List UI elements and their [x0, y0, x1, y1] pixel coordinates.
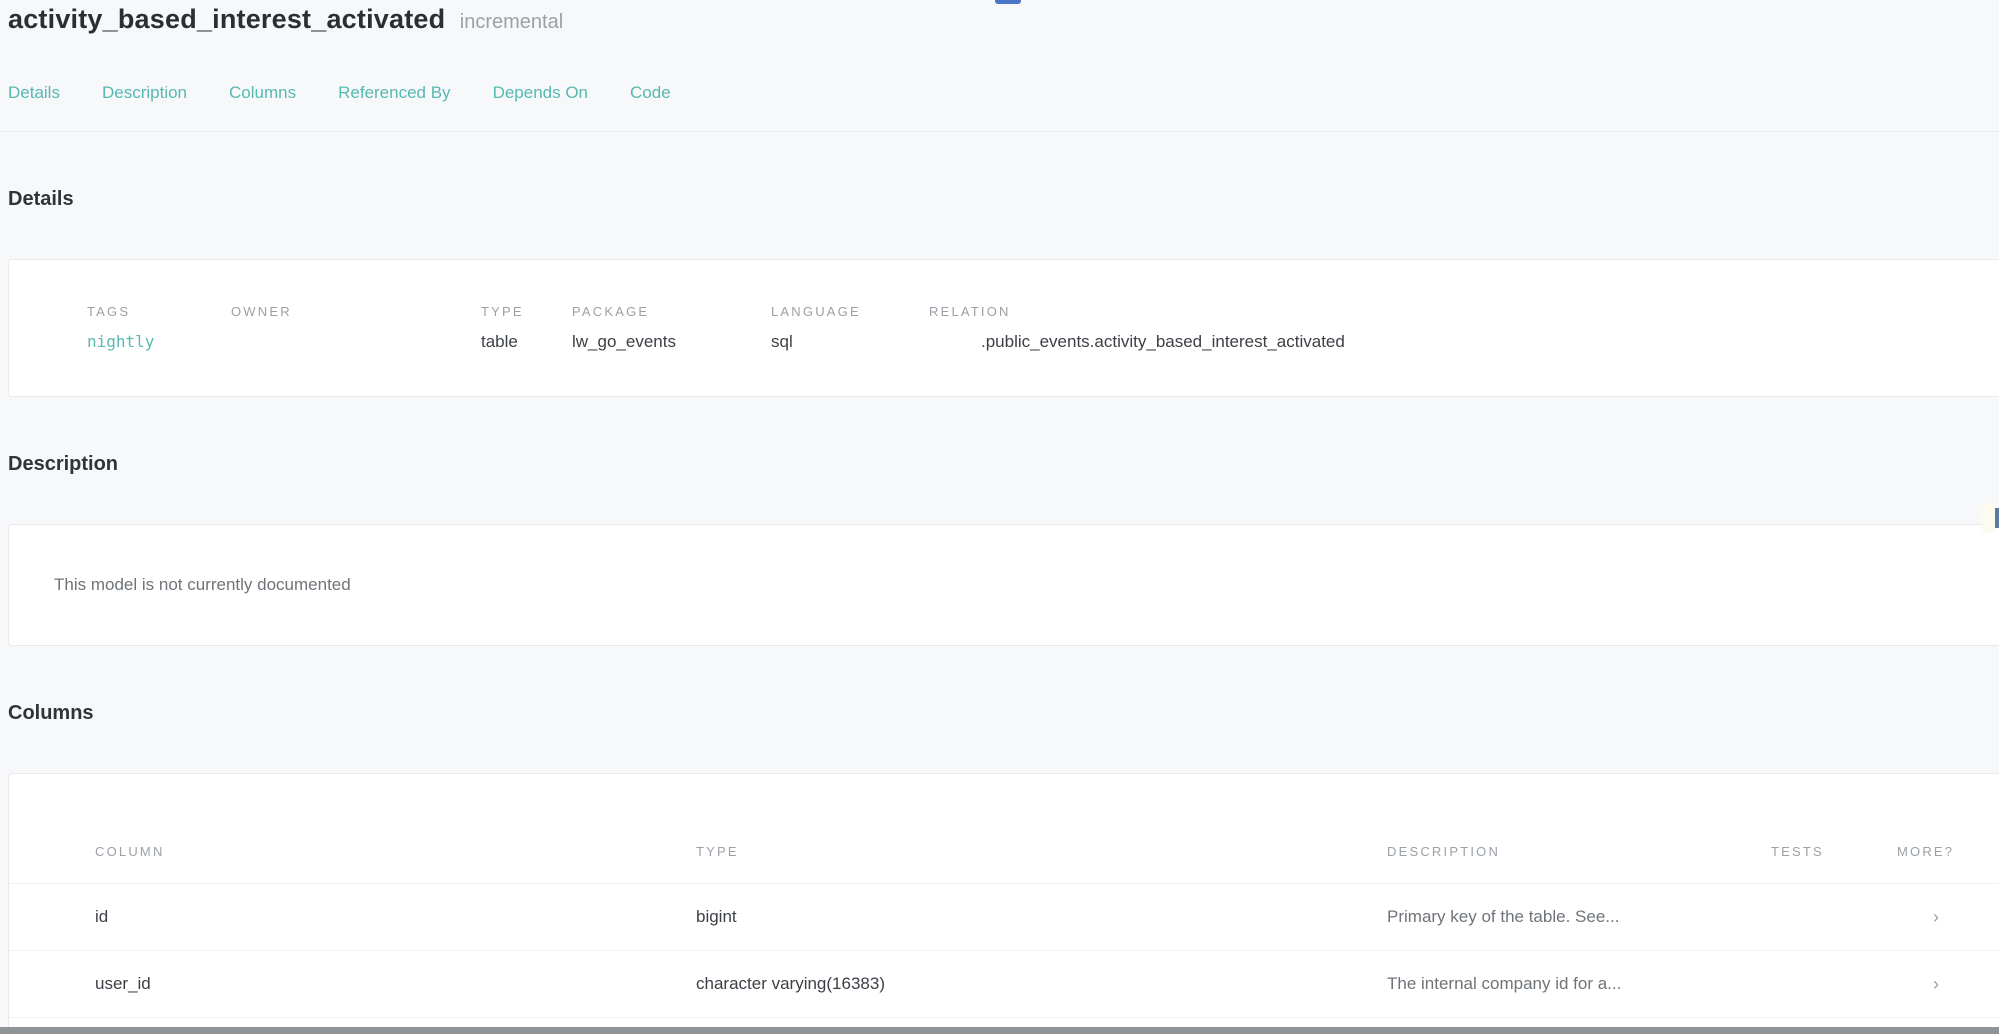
- detail-field-relation: RELATION .public_events.activity_based_i…: [929, 304, 1999, 352]
- nav-link-depends-on[interactable]: Depends On: [493, 83, 588, 103]
- columns-table-header: COLUMN TYPE DESCRIPTION TESTS MORE?: [9, 774, 1999, 884]
- materialization-badge: incremental: [460, 11, 563, 33]
- chevron-right-icon[interactable]: ›: [1897, 974, 1999, 995]
- column-description: Primary key of the table. See...: [1387, 907, 1771, 927]
- column-name: id: [95, 907, 696, 927]
- header-type: TYPE: [696, 844, 1387, 859]
- nav-link-referenced-by[interactable]: Referenced By: [338, 83, 450, 103]
- detail-field-type: TYPE table: [481, 304, 572, 352]
- columns-heading: Columns: [0, 702, 1999, 725]
- relation-value: .public_events.activity_based_interest_a…: [929, 332, 1999, 352]
- language-value: sql: [771, 332, 929, 352]
- relation-label: RELATION: [929, 304, 1999, 319]
- language-label: LANGUAGE: [771, 304, 929, 319]
- horizontal-scrollbar[interactable]: [0, 1027, 1999, 1034]
- details-section: Details TAGS nightly OWNER TYPE table PA…: [0, 188, 1999, 397]
- nav-link-code[interactable]: Code: [630, 83, 671, 103]
- page-title: activity_based_interest_activated: [8, 4, 445, 34]
- cutoff-right-glow: [1982, 503, 1996, 533]
- detail-field-owner: OWNER: [231, 304, 481, 352]
- cutoff-right-element: [1995, 508, 1999, 528]
- model-header: activity_based_interest_activated increm…: [0, 2, 1999, 35]
- type-value: table: [481, 332, 572, 352]
- owner-label: OWNER: [231, 304, 481, 319]
- owner-value: [231, 332, 481, 352]
- description-section: Description This model is not currently …: [0, 453, 1999, 646]
- header-tests: TESTS: [1771, 844, 1897, 859]
- header-more: MORE?: [1897, 844, 1999, 859]
- columns-section: Columns COLUMN TYPE DESCRIPTION TESTS MO…: [0, 702, 1999, 1034]
- description-text: This model is not currently documented: [54, 575, 1999, 595]
- nav-link-description[interactable]: Description: [102, 83, 187, 103]
- header-divider: [0, 131, 1999, 132]
- package-value: lw_go_events: [572, 332, 771, 352]
- tags-label: TAGS: [87, 304, 231, 319]
- header-description: DESCRIPTION: [1387, 844, 1771, 859]
- package-label: PACKAGE: [572, 304, 771, 319]
- type-label: TYPE: [481, 304, 572, 319]
- description-heading: Description: [0, 453, 1999, 476]
- columns-table-card: COLUMN TYPE DESCRIPTION TESTS MORE? id b…: [8, 773, 1999, 1034]
- tag-link[interactable]: nightly: [87, 332, 231, 352]
- section-nav: Details Description Columns Referenced B…: [0, 83, 1999, 103]
- detail-field-language: LANGUAGE sql: [771, 304, 929, 352]
- column-type: character varying(16383): [696, 974, 1387, 994]
- column-type: bigint: [696, 907, 1387, 927]
- header-column: COLUMN: [95, 844, 696, 859]
- model-docs-page: activity_based_interest_activated increm…: [0, 0, 1999, 1034]
- cutoff-blue-element: [995, 0, 1021, 4]
- nav-link-details[interactable]: Details: [8, 83, 60, 103]
- table-row[interactable]: user_id character varying(16383) The int…: [9, 951, 1999, 1018]
- details-card: TAGS nightly OWNER TYPE table PACKAGE lw…: [8, 259, 1999, 397]
- nav-link-columns[interactable]: Columns: [229, 83, 296, 103]
- details-fields: TAGS nightly OWNER TYPE table PACKAGE lw…: [87, 304, 1999, 352]
- description-card: This model is not currently documented: [8, 524, 1999, 646]
- chevron-right-icon[interactable]: ›: [1897, 907, 1999, 928]
- detail-field-tags: TAGS nightly: [87, 304, 231, 352]
- column-description: The internal company id for a...: [1387, 974, 1771, 994]
- detail-field-package: PACKAGE lw_go_events: [572, 304, 771, 352]
- table-row[interactable]: id bigint Primary key of the table. See.…: [9, 884, 1999, 951]
- details-heading: Details: [0, 188, 1999, 211]
- column-name: user_id: [95, 974, 696, 994]
